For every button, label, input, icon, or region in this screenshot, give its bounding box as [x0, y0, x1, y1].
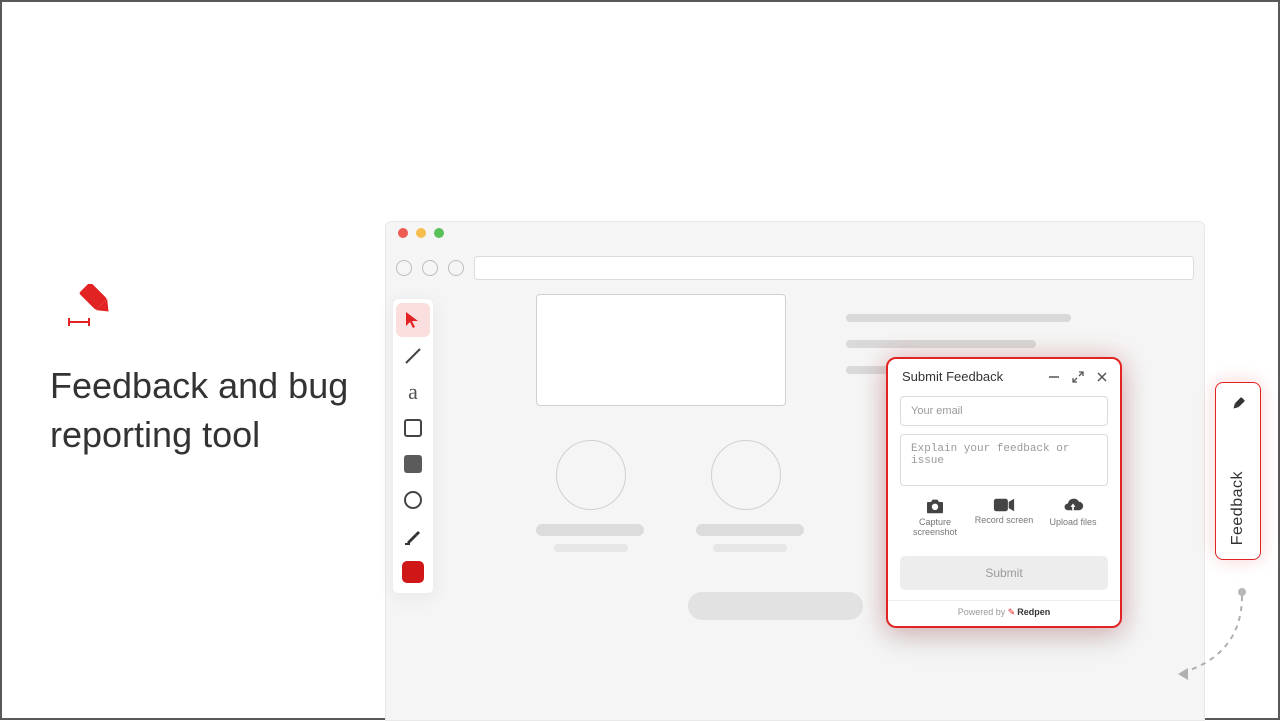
feedback-tab[interactable]: Feedback	[1215, 382, 1261, 560]
wireframe-button-placeholder	[688, 592, 863, 620]
expand-icon[interactable]	[1072, 371, 1084, 383]
traffic-yellow-icon	[416, 228, 426, 238]
highlighter-icon[interactable]	[396, 519, 430, 553]
minimize-icon[interactable]	[1048, 371, 1060, 383]
capture-screenshot-button[interactable]: Capture screenshot	[904, 498, 966, 538]
wireframe-line	[846, 314, 1071, 322]
annotation-toolbar: a	[392, 298, 434, 594]
browser-mock: a Submit Feedba	[385, 221, 1205, 721]
wireframe-line	[846, 340, 1036, 348]
widget-header: Submit Feedback	[888, 359, 1120, 390]
rectangle-fill-icon[interactable]	[396, 447, 430, 481]
wireframe-subcaption	[554, 544, 628, 552]
traffic-green-icon	[434, 228, 444, 238]
camera-icon	[925, 498, 945, 514]
wireframe-caption	[536, 524, 644, 536]
traffic-red-icon	[398, 228, 408, 238]
submit-button[interactable]: Submit	[900, 556, 1108, 590]
line-icon[interactable]	[396, 339, 430, 373]
action-label: Upload files	[1049, 517, 1096, 527]
upload-files-button[interactable]: Upload files	[1042, 498, 1104, 538]
widget-title: Submit Feedback	[902, 369, 1048, 384]
redpen-icon: ✎	[1008, 607, 1016, 617]
cursor-icon[interactable]	[396, 303, 430, 337]
record-screen-button[interactable]: Record screen	[973, 498, 1035, 538]
nav-refresh-icon	[448, 260, 464, 276]
action-label: Capture screenshot	[904, 517, 966, 538]
browser-chrome	[386, 244, 1204, 292]
nav-forward-icon	[422, 260, 438, 276]
footer-brand: Redpen	[1017, 607, 1050, 617]
wireframe-caption	[696, 524, 804, 536]
video-icon	[993, 498, 1015, 512]
action-label: Record screen	[975, 515, 1034, 525]
text-icon[interactable]: a	[396, 375, 430, 409]
wireframe-circle	[711, 440, 781, 510]
page-title: Feedback and bug reporting tool	[50, 362, 370, 459]
feedback-widget: Submit Feedback	[886, 357, 1122, 628]
rectangle-outline-icon[interactable]	[396, 411, 430, 445]
wireframe-block	[536, 294, 786, 406]
wireframe-circle	[556, 440, 626, 510]
brand-logo	[67, 284, 113, 326]
feedback-textarea[interactable]	[900, 434, 1108, 486]
page-wireframe: a Submit Feedba	[386, 292, 1204, 720]
wireframe-subcaption	[713, 544, 787, 552]
footer-prefix: Powered by	[958, 607, 1008, 617]
widget-footer: Powered by ✎Redpen	[888, 600, 1120, 626]
feedback-tab-label: Feedback	[1229, 471, 1247, 545]
circle-outline-icon[interactable]	[396, 483, 430, 517]
close-icon[interactable]	[1096, 371, 1108, 383]
email-field[interactable]	[900, 396, 1108, 426]
address-bar	[474, 256, 1194, 280]
window-traffic-lights	[386, 222, 1204, 244]
nav-back-icon	[396, 260, 412, 276]
cloud-upload-icon	[1062, 498, 1084, 514]
pen-icon	[1229, 395, 1247, 413]
color-swatch-icon[interactable]	[396, 555, 430, 589]
